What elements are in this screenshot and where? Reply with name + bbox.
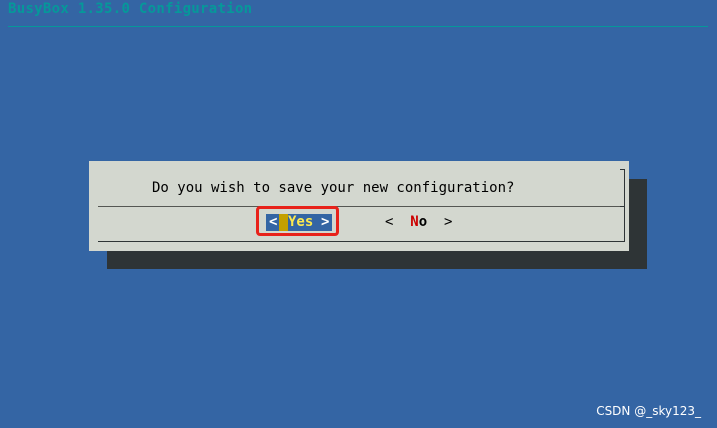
no-label-rest: o — [418, 214, 428, 230]
dialog-border — [624, 169, 625, 241]
no-right-bracket: > — [444, 214, 453, 230]
watermark: CSDN @_sky123_ — [596, 404, 701, 418]
save-config-dialog: Do you wish to save your new configurati… — [89, 161, 629, 251]
dialog-divider-tick — [620, 206, 625, 207]
dialog-divider — [98, 206, 624, 207]
app-title: BusyBox 1.35.0 Configuration — [8, 1, 253, 17]
no-left-bracket: < — [385, 214, 394, 230]
dialog-border-bottom — [98, 241, 625, 242]
title-rule — [8, 26, 708, 27]
no-hotkey: N — [410, 214, 419, 230]
annotation-highlight-box — [256, 206, 339, 236]
no-button[interactable]: < No > — [385, 214, 452, 231]
dialog-question: Do you wish to save your new configurati… — [152, 180, 515, 196]
